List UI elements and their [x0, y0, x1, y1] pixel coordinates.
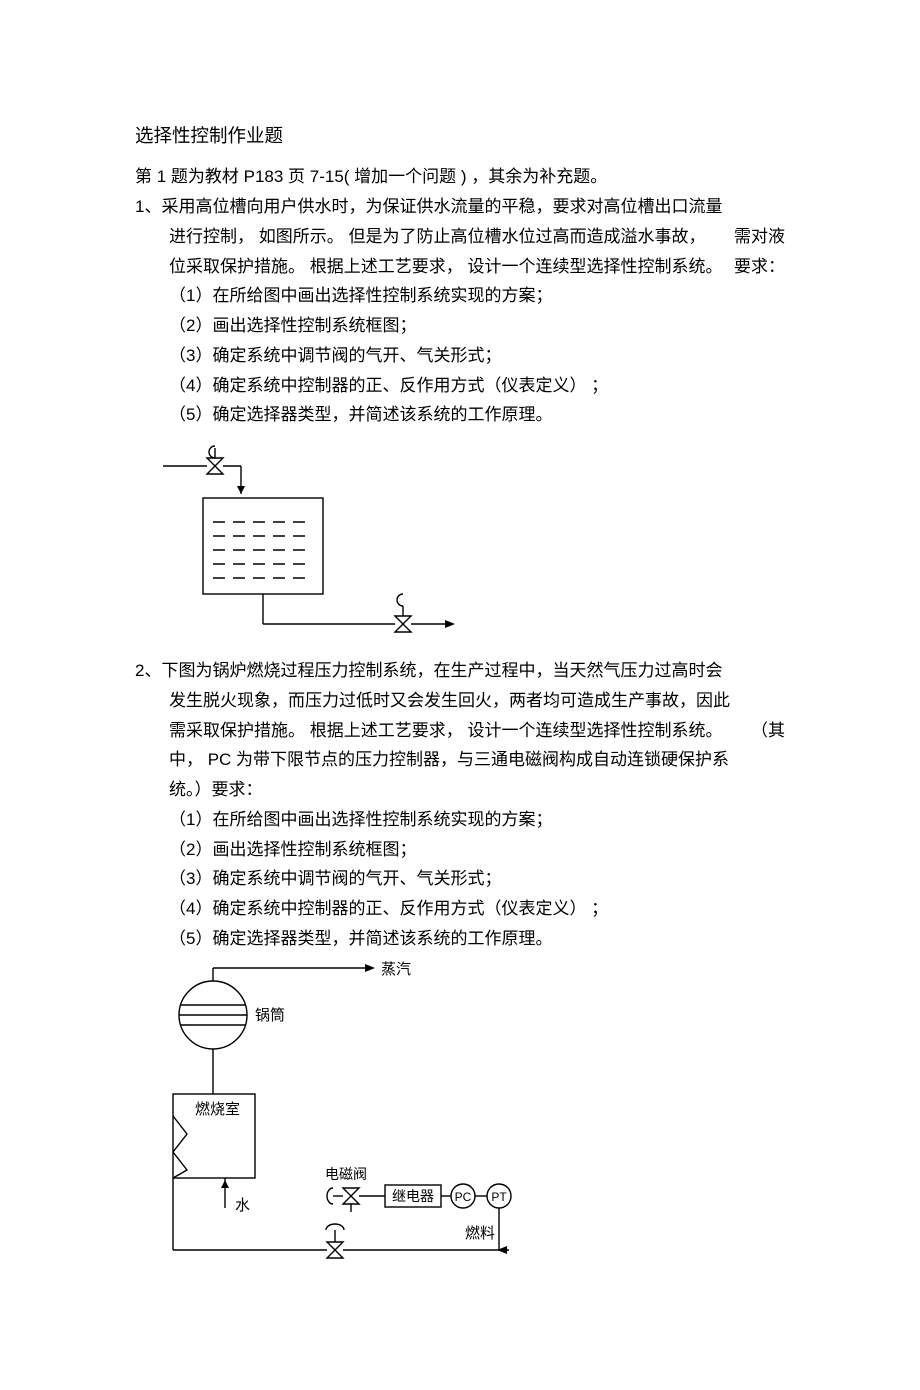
diagram-tank: [163, 436, 785, 642]
q2-line2: 发生脱火现象，而压力过低时又会发生回火，两者均可造成生产事故，因此: [135, 686, 785, 716]
diagram-boiler: 蒸汽 锅筒 燃烧室 水: [163, 960, 785, 1270]
q2-sub1: （1）在所给图中画出选择性控制系统实现的方案；: [135, 805, 785, 835]
drum-label: 锅筒: [255, 1007, 285, 1024]
q2-number: 2、: [135, 661, 161, 680]
q1-number: 1、: [135, 197, 161, 216]
steam-label: 蒸汽: [381, 961, 411, 978]
question-1: 1、采用高位槽向用户供水时，为保证供水流量的平稳，要求对高位槽出口流量 进行控制…: [135, 192, 785, 430]
q1-sub4: （4）确定系统中控制器的正、反作用方式（仪表定义） ；: [135, 371, 785, 401]
q2-line1: 2、下图为锅炉燃烧过程压力控制系统，在生产过程中，当天然气压力过高时会: [135, 656, 785, 686]
solenoid-label: 电磁阀: [325, 1166, 367, 1182]
q1-body1: 采用高位槽向用户供水时，为保证供水流量的平稳，要求对高位槽出口流量: [161, 197, 722, 216]
q1-line3: 位采取保护措施。 根据上述工艺要求， 设计一个连续型选择性控制系统。 要求：: [135, 252, 785, 282]
q1-sub1: （1）在所给图中画出选择性控制系统实现的方案；: [135, 281, 785, 311]
q1-body3-tail: 要求：: [734, 252, 785, 282]
intro: 第 1 题为教材 P183 页 7-15( 增加一个问题 ) ，其余为补充题。: [135, 162, 785, 192]
q1-body2: 进行控制， 如图所示。 但是为了防止高位槽水位过高而造成溢水事故，: [169, 222, 705, 252]
pt-label: PT: [491, 1190, 507, 1204]
q2-sub5: （5）确定选择器类型，并简述该系统的工作原理。: [135, 924, 785, 954]
q1-line2: 进行控制， 如图所示。 但是为了防止高位槽水位过高而造成溢水事故， 需对液: [135, 222, 785, 252]
q2-body3: 需采取保护措施。 根据上述工艺要求， 设计一个连续型选择性控制系统。: [169, 716, 722, 746]
q1-sub3: （3）确定系统中调节阀的气开、气关形式；: [135, 341, 785, 371]
q2-line5: 统。）要求：: [135, 775, 785, 805]
q2-body1: 下图为锅炉燃烧过程压力控制系统，在生产过程中，当天然气压力过高时会: [161, 661, 722, 680]
q1-sub5: （5）确定选择器类型，并简述该系统的工作原理。: [135, 400, 785, 430]
q2-body3-tail: （其: [751, 716, 785, 746]
water-label: 水: [235, 1197, 250, 1214]
question-2: 2、下图为锅炉燃烧过程压力控制系统，在生产过程中，当天然气压力过高时会 发生脱火…: [135, 656, 785, 954]
q1-sub2: （2）画出选择性控制系统框图；: [135, 311, 785, 341]
fuel-label: 燃料: [465, 1224, 495, 1242]
combustion-label: 燃烧室: [195, 1100, 240, 1118]
q2-line3: 需采取保护措施。 根据上述工艺要求， 设计一个连续型选择性控制系统。 （其: [135, 716, 785, 746]
q2-sub3: （3）确定系统中调节阀的气开、气关形式；: [135, 864, 785, 894]
assignment-title: 选择性控制作业题: [135, 120, 785, 152]
q2-sub4: （4）确定系统中控制器的正、反作用方式（仪表定义） ；: [135, 894, 785, 924]
q2-sub2: （2）画出选择性控制系统框图；: [135, 835, 785, 865]
relay-label: 继电器: [392, 1188, 434, 1204]
q1-body3: 位采取保护措施。 根据上述工艺要求， 设计一个连续型选择性控制系统。: [169, 252, 722, 282]
pc-label: PC: [455, 1190, 472, 1204]
q2-line4: 中， PC 为带下限节点的压力控制器，与三通电磁阀构成自动连锁硬保护系: [135, 745, 785, 775]
q1-body2-tail: 需对液: [734, 222, 785, 252]
q1-line1: 1、采用高位槽向用户供水时，为保证供水流量的平稳，要求对高位槽出口流量: [135, 192, 785, 222]
